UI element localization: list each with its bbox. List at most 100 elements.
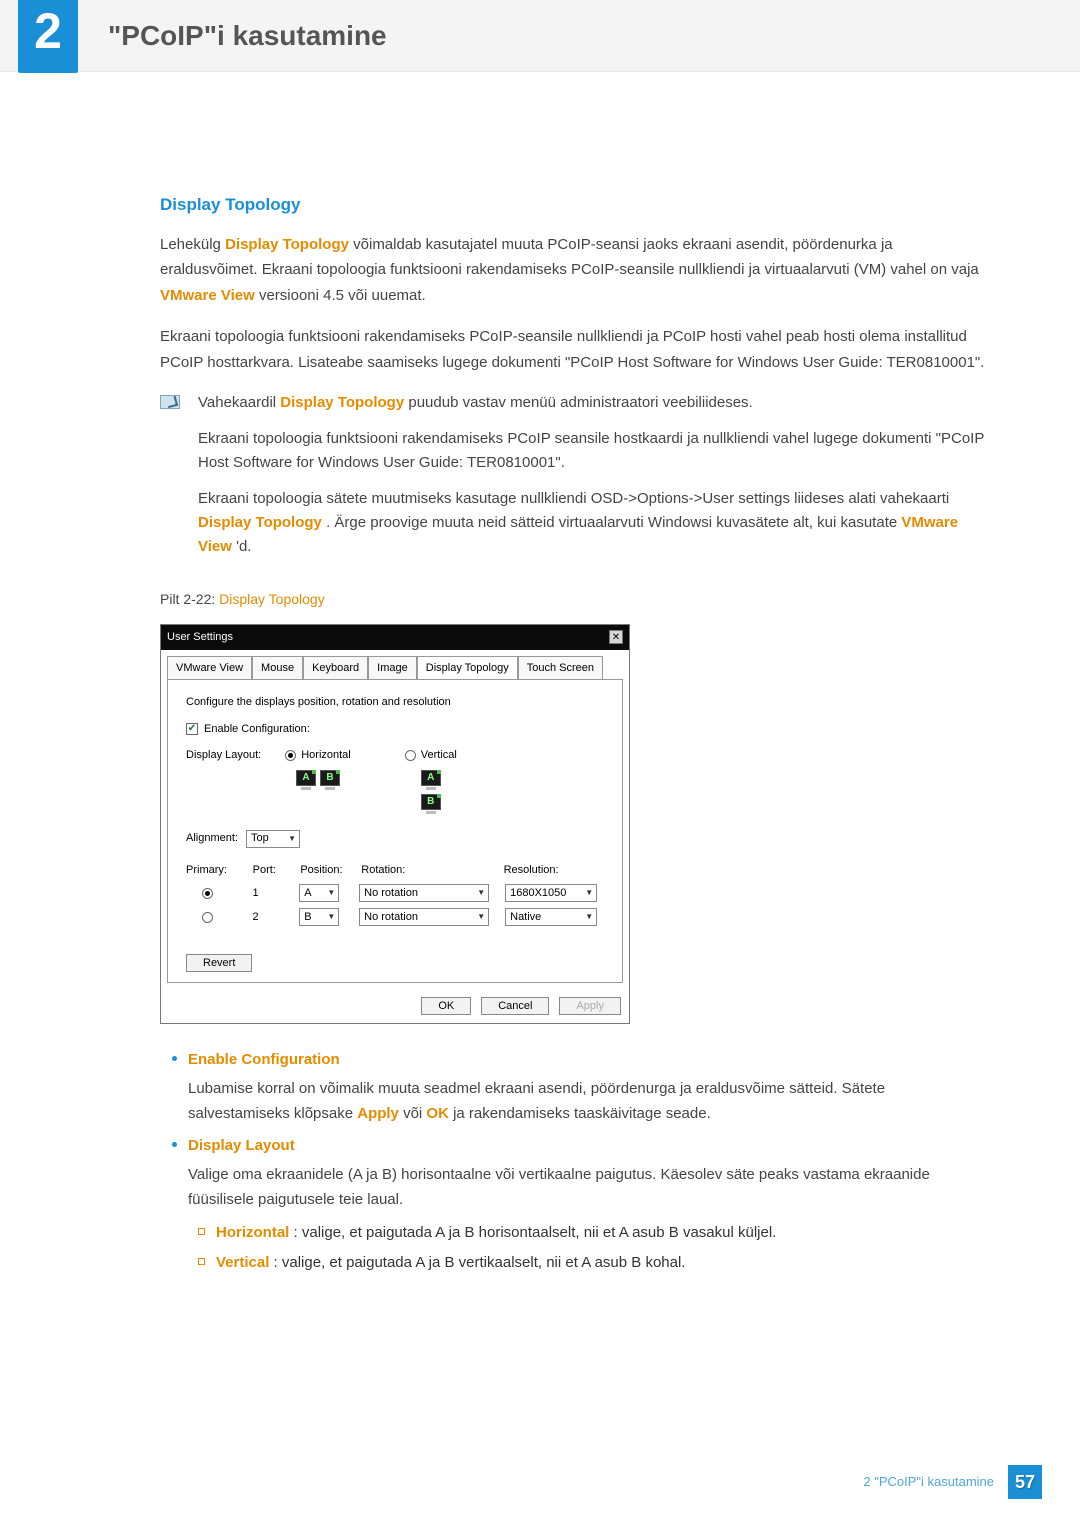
text: . Ärge proovige muuta neid sätteid virtu… — [326, 514, 901, 531]
tab-mouse[interactable]: Mouse — [252, 656, 303, 680]
text: või — [403, 1105, 426, 1122]
bullet-list: Enable Configuration Lubamise korral on … — [160, 1048, 988, 1276]
resolution-select-2[interactable]: Native ▼ — [505, 908, 597, 926]
value: Native — [510, 909, 541, 926]
highlight: Display Topology — [225, 236, 349, 253]
rotation-select-2[interactable]: No rotation ▼ — [359, 908, 489, 926]
alignment-value: Top — [251, 830, 269, 847]
highlight: Display Topology — [198, 514, 322, 531]
bullet-title: Display Layout — [188, 1134, 988, 1159]
text: 'd. — [236, 538, 251, 555]
text: ja rakendamiseks taaskäivitage seade. — [453, 1105, 711, 1122]
user-settings-dialog: User Settings ✕ VMware View Mouse Keyboa… — [160, 624, 630, 1024]
layout-label: Display Layout: — [186, 747, 261, 764]
text: Ekraani topoloogia sätete muutmiseks kas… — [198, 490, 949, 507]
radio-vertical-label: Vertical — [421, 747, 457, 764]
primary-radio-2[interactable] — [202, 912, 213, 923]
alignment-select[interactable]: Top ▼ — [246, 830, 300, 848]
tab-touch-screen[interactable]: Touch Screen — [518, 656, 603, 680]
chevron-down-icon: ▼ — [581, 887, 593, 899]
note-text: Vahekaardil Display Topology puudub vast… — [198, 391, 988, 571]
resolution-select-1[interactable]: 1680X1050▼ — [505, 884, 597, 902]
highlight: Apply — [357, 1105, 399, 1122]
bullet-title: Enable Configuration — [188, 1048, 988, 1073]
radio-horizontal[interactable]: Horizontal — [285, 747, 351, 764]
table-row: 1 A▼ No rotation▼ 1680X1050▼ — [186, 884, 608, 902]
port-1: 1 — [253, 885, 300, 902]
figure-caption: Pilt 2-22: Display Topology — [160, 589, 988, 610]
page-number: 57 — [1008, 1465, 1042, 1499]
tab-vmware-view[interactable]: VMware View — [167, 656, 252, 680]
tabs: VMware View Mouse Keyboard Image Display… — [161, 650, 629, 680]
chapter-title: "PCoIP"i kasutamine — [108, 15, 387, 57]
primary-radio-1[interactable] — [202, 888, 213, 899]
highlight: Display Topology — [280, 394, 404, 411]
footer: 2 "PCoIP"i kasutamine 57 — [863, 1465, 1042, 1499]
close-icon[interactable]: ✕ — [609, 630, 623, 644]
value: B — [304, 909, 311, 926]
list-item: Horizontal : valige, et paigutada A ja B… — [216, 1221, 988, 1246]
tab-display-topology[interactable]: Display Topology — [417, 656, 518, 680]
th-resolution: Resolution: — [504, 862, 608, 879]
value: No rotation — [364, 909, 418, 926]
monitor-a-icon: A — [296, 770, 316, 786]
chevron-down-icon: ▼ — [473, 887, 485, 899]
radio-vertical[interactable]: Vertical — [405, 747, 457, 764]
table-header: Primary: Port: Position: Rotation: Resol… — [186, 862, 608, 879]
th-port: Port: — [253, 862, 301, 879]
highlight: Vertical — [216, 1254, 269, 1271]
note-p2: Ekraani topoloogia funktsiooni rakendami… — [198, 427, 988, 475]
cancel-button[interactable]: Cancel — [481, 997, 549, 1015]
tab-image[interactable]: Image — [368, 656, 417, 680]
enable-config-label: Enable Configuration: — [204, 721, 310, 738]
highlight: Display Topology — [219, 591, 325, 607]
highlight: OK — [426, 1105, 449, 1122]
tab-keyboard[interactable]: Keyboard — [303, 656, 368, 680]
note-block: Vahekaardil Display Topology puudub vast… — [160, 391, 988, 571]
bullet-body: Valige oma ekraanidele (A ja B) horisont… — [188, 1163, 988, 1213]
monitor-b-icon: B — [320, 770, 340, 786]
chapter-number: 2 — [18, 0, 78, 73]
text: Pilt 2-22: — [160, 591, 219, 607]
footer-text: 2 "PCoIP"i kasutamine — [863, 1472, 994, 1492]
position-select-2[interactable]: B▼ — [299, 908, 339, 926]
position-select-1[interactable]: A▼ — [299, 884, 339, 902]
text: : valige, et paigutada A ja B vertikaals… — [274, 1254, 686, 1271]
list-item: Enable Configuration Lubamise korral on … — [188, 1048, 988, 1126]
text: Vahekaardil — [198, 394, 280, 411]
panel: Configure the displays position, rotatio… — [167, 679, 623, 983]
note-p1: Vahekaardil Display Topology puudub vast… — [198, 391, 988, 415]
chevron-down-icon: ▼ — [581, 911, 593, 923]
text: puudub vastav menüü administraatori veeb… — [408, 394, 752, 411]
paragraph-1: Lehekülg Display Topology võimaldab kasu… — [160, 232, 988, 309]
text: : valige, et paigutada A ja B horisontaa… — [294, 1224, 777, 1241]
th-rotation: Rotation: — [361, 862, 503, 879]
text: versiooni 4.5 või uuemat. — [259, 287, 426, 304]
apply-button[interactable]: Apply — [559, 997, 621, 1015]
sub-bullet-list: Horizontal : valige, et paigutada A ja B… — [188, 1221, 988, 1277]
note-icon — [160, 395, 180, 409]
note-p3: Ekraani topoloogia sätete muutmiseks kas… — [198, 487, 988, 559]
radio-dot-icon — [285, 750, 296, 761]
ok-button[interactable]: OK — [421, 997, 471, 1015]
dialog-buttons: OK Cancel Apply — [161, 989, 629, 1023]
section-heading: Display Topology — [160, 192, 988, 218]
chevron-down-icon: ▼ — [284, 833, 296, 845]
paragraph-2: Ekraani topoloogia funktsiooni rakendami… — [160, 324, 988, 375]
revert-button[interactable]: Revert — [186, 954, 252, 972]
port-2: 2 — [253, 909, 300, 926]
chevron-down-icon: ▼ — [473, 911, 485, 923]
rotation-select-1[interactable]: No rotation▼ — [359, 884, 489, 902]
radio-horizontal-label: Horizontal — [301, 747, 351, 764]
th-position: Position: — [300, 862, 361, 879]
header: 2 "PCoIP"i kasutamine — [0, 0, 1080, 72]
display-layout-row: Display Layout: Horizontal A B — [186, 747, 608, 814]
monitor-a-icon: A — [421, 770, 441, 786]
monitor-col-vertical: A B — [421, 770, 441, 814]
enable-config-checkbox[interactable]: ✔ — [186, 723, 198, 735]
alignment-label: Alignment: — [186, 830, 238, 847]
dialog-title: User Settings — [167, 629, 233, 646]
instruction: Configure the displays position, rotatio… — [186, 694, 608, 711]
chevron-down-icon: ▼ — [323, 887, 335, 899]
page: 2 "PCoIP"i kasutamine Display Topology L… — [0, 0, 1080, 1527]
